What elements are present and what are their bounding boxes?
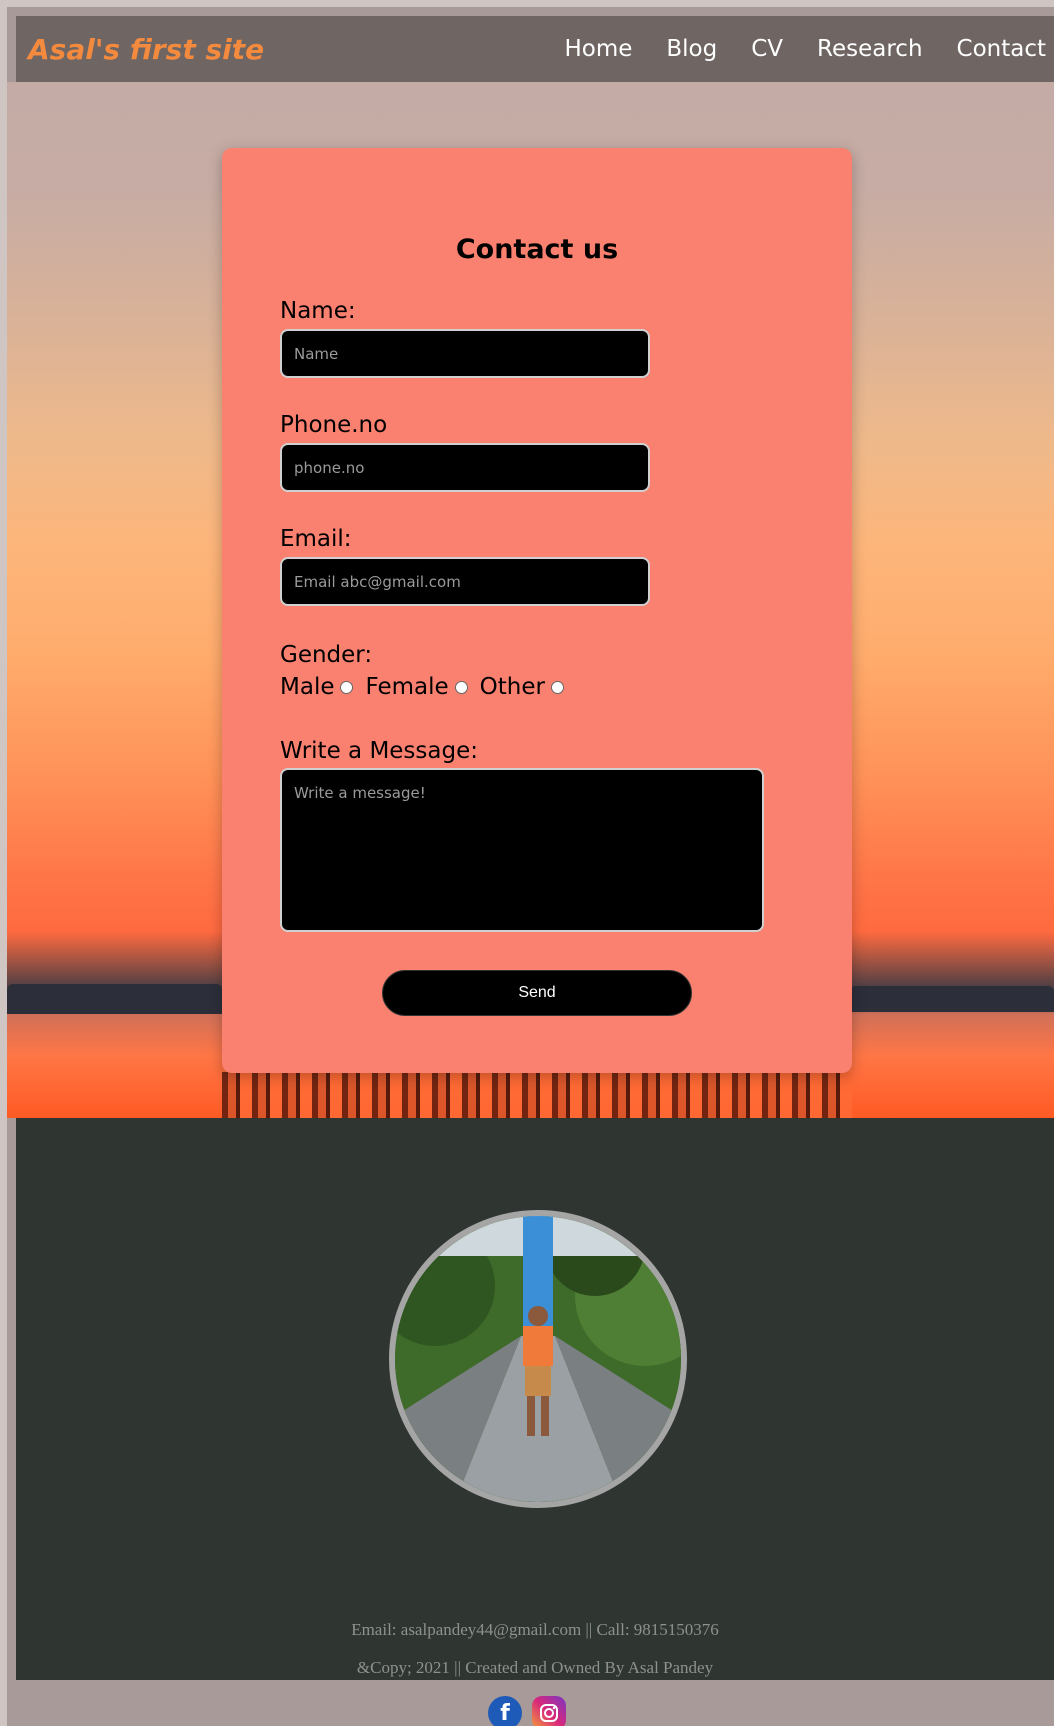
site-header: Asal's first site Home Blog CV Research …	[16, 16, 1054, 82]
message-textarea[interactable]	[280, 768, 764, 932]
name-label: Name:	[280, 298, 356, 324]
phone-label: Phone.no	[280, 412, 388, 438]
nav-cv[interactable]: CV	[734, 36, 800, 62]
send-button[interactable]: Send	[382, 970, 692, 1016]
name-input[interactable]	[280, 329, 650, 378]
social-links: f	[0, 1696, 1054, 1726]
instagram-icon[interactable]	[532, 1696, 566, 1726]
gender-option-male[interactable]: Male	[280, 674, 354, 700]
main-nav: Home Blog CV Research Contact	[547, 36, 1054, 62]
profile-photo	[395, 1216, 681, 1502]
instagram-glyph	[540, 1704, 558, 1722]
facebook-icon[interactable]: f	[488, 1696, 522, 1726]
gender-options: Male Female Other	[280, 674, 576, 700]
gender-other-label: Other	[479, 674, 545, 700]
gender-female-radio[interactable]	[454, 680, 468, 694]
treeline-left	[7, 984, 222, 1014]
site-brand[interactable]: Asal's first site	[28, 33, 264, 66]
treeline-right	[850, 986, 1054, 1012]
gender-label: Gender:	[280, 642, 373, 668]
footer-contact: Email: asalpandey44@gmail.com || Call: 9…	[351, 1620, 719, 1639]
gender-other-radio[interactable]	[550, 680, 564, 694]
gender-option-female[interactable]: Female	[365, 674, 468, 700]
phone-input[interactable]	[280, 443, 650, 492]
nav-home[interactable]: Home	[547, 36, 649, 62]
footer-copyright: &Copy; 2021 || Created and Owned By Asal…	[356, 1658, 714, 1677]
gender-female-label: Female	[365, 674, 449, 700]
message-label: Write a Message:	[280, 738, 478, 764]
gender-male-radio[interactable]	[340, 680, 354, 694]
profile-avatar	[389, 1210, 687, 1508]
gender-male-label: Male	[280, 674, 335, 700]
nav-contact[interactable]: Contact	[940, 36, 1054, 62]
nav-blog[interactable]: Blog	[649, 36, 734, 62]
contact-form: Contact us Name: Phone.no Email: Gender:…	[222, 148, 852, 1073]
form-title: Contact us	[455, 234, 619, 265]
email-label: Email:	[280, 526, 352, 552]
nav-research[interactable]: Research	[800, 36, 940, 62]
email-input[interactable]	[280, 557, 650, 606]
site-footer: Email: asalpandey44@gmail.com || Call: 9…	[16, 1118, 1054, 1680]
gender-option-other[interactable]: Other	[480, 674, 564, 700]
water-reflection	[222, 1072, 852, 1118]
